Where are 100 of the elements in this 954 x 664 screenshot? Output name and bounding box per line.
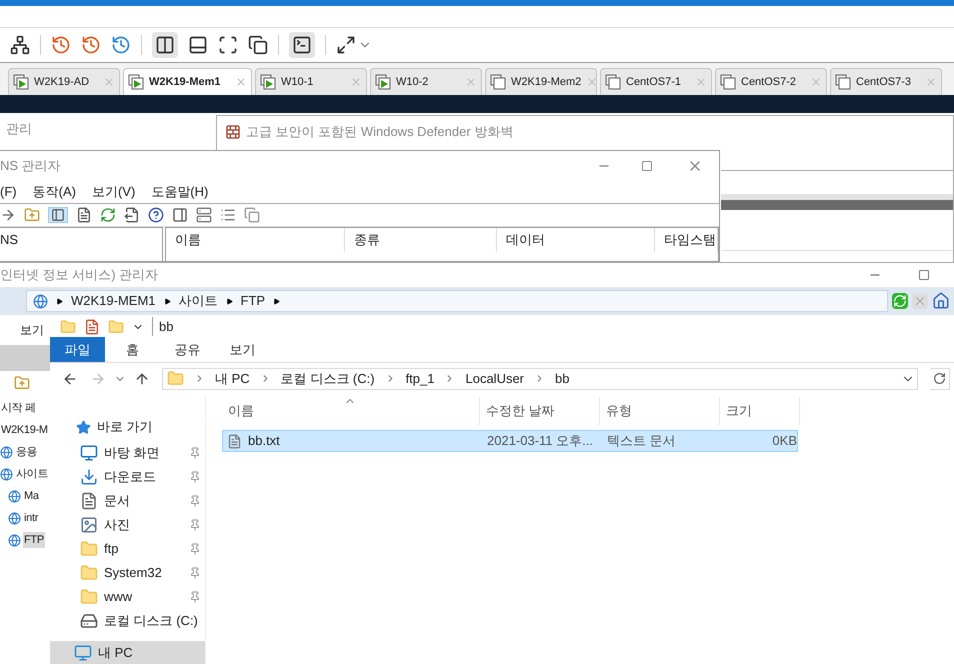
menu-item[interactable]: (F) <box>0 182 17 202</box>
address-segment[interactable]: FTP <box>240 291 266 311</box>
properties-icon <box>84 318 100 335</box>
close-icon <box>350 76 362 88</box>
column-header[interactable]: 데이터 <box>496 228 655 252</box>
globe-icon <box>0 468 13 480</box>
breadcrumb[interactable]: bb <box>555 369 570 389</box>
vm-icon <box>835 74 851 90</box>
new-folder-icon <box>108 318 124 335</box>
globe-icon <box>0 446 13 458</box>
nav-item[interactable]: 로컬 디스크 (C:) <box>50 609 205 634</box>
snapshot-icon <box>51 35 71 55</box>
vm-icon <box>605 74 621 90</box>
monitor-icon <box>80 444 98 462</box>
go-button[interactable] <box>892 293 908 309</box>
copy-icon <box>244 207 260 223</box>
nav-item[interactable]: 바로 가기 <box>50 415 205 440</box>
vm-tab[interactable]: W2K19-Mem2 <box>485 68 597 95</box>
forward-icon <box>90 370 106 387</box>
tree-toggle[interactable] <box>48 207 68 223</box>
nav-item[interactable]: www <box>50 585 205 610</box>
fullscreen-icon <box>218 35 238 55</box>
globe-icon <box>8 490 21 502</box>
tree-item[interactable]: NS <box>0 232 18 247</box>
drive-icon <box>80 612 98 630</box>
breadcrumb[interactable]: 내 PC <box>215 369 250 389</box>
pin-icon <box>189 471 201 484</box>
vm-tab[interactable]: W10-1 <box>255 68 367 95</box>
tree-item[interactable]: FTP <box>23 532 45 548</box>
tab-label: CentOS7-1 <box>626 74 682 90</box>
tree-item[interactable]: Ma <box>23 488 40 504</box>
window-title: NS 관리자 <box>0 157 62 176</box>
nav-item[interactable]: 사진 <box>50 513 205 538</box>
column-header[interactable]: 유형 <box>600 397 720 426</box>
close-icon <box>103 76 115 88</box>
file-row[interactable]: bb.txt 2021-03-11 오후... 텍스트 문서 0KB <box>222 430 798 452</box>
tree-item[interactable]: 사이트 <box>15 466 50 482</box>
download-icon <box>80 468 98 486</box>
tree-item[interactable]: W2K19-M <box>0 422 49 438</box>
folder-icon <box>60 318 76 335</box>
file-size: 0KB <box>771 432 797 450</box>
vm-tab[interactable]: W10-2 <box>370 68 482 95</box>
nav-item[interactable]: 바탕 화면 <box>50 441 205 466</box>
vm-tab[interactable]: W2K19-AD <box>8 68 120 95</box>
pin-icon <box>189 543 201 556</box>
column-header[interactable]: 타임스탬 <box>655 228 718 252</box>
vm-tab[interactable]: CentOS7-2 <box>715 68 827 95</box>
file-type: 텍스트 문서 <box>606 432 677 450</box>
forward-icon <box>0 207 16 223</box>
column-header[interactable]: 이름 <box>222 397 480 426</box>
breadcrumb[interactable]: ftp_1 <box>406 369 434 389</box>
menu-item[interactable]: 보기(V) <box>92 182 136 202</box>
column-header[interactable]: 수정한 날짜 <box>480 397 600 426</box>
sidebar-toggle[interactable] <box>152 32 178 58</box>
menu-item[interactable]: 도움말(H) <box>151 182 208 202</box>
stretch-icon <box>336 35 356 55</box>
close-icon <box>810 76 822 88</box>
firewall-icon <box>225 124 241 140</box>
close-icon <box>586 76 598 88</box>
tab-label: W2K19-Mem1 <box>149 74 222 90</box>
back-icon <box>62 370 78 387</box>
nav-item[interactable]: 내 PC <box>50 641 205 664</box>
ribbon-tab[interactable]: 홈 <box>105 337 160 362</box>
address-bar[interactable]: 내 PC 로컬 디스크 (C:) ftp_1 LocalUser bb <box>162 368 918 390</box>
ribbon-tab[interactable]: 보기 <box>215 337 270 362</box>
column-header[interactable]: 종류 <box>344 228 497 252</box>
globe-icon <box>8 534 21 546</box>
refresh-icon <box>100 207 116 223</box>
window-icon <box>248 35 268 55</box>
breadcrumb[interactable]: 로컬 디스크 (C:) <box>280 369 375 389</box>
ribbon-tab[interactable]: 파일 <box>50 337 105 362</box>
ribbon-tab[interactable]: 공유 <box>160 337 215 362</box>
nav-item[interactable]: ftp <box>50 537 205 562</box>
pin-icon <box>189 591 201 604</box>
column-header[interactable]: 크기 <box>720 397 800 426</box>
stop-icon <box>913 294 927 308</box>
nav-item[interactable]: System32 <box>50 561 205 586</box>
console-toggle[interactable] <box>289 32 315 58</box>
menu-item[interactable]: 보기 <box>20 321 44 339</box>
pin-icon <box>189 519 201 532</box>
breadcrumb[interactable]: LocalUser <box>465 369 524 389</box>
address-segment[interactable]: W2K19-MEM1 <box>71 291 156 311</box>
close-icon <box>235 76 247 88</box>
refresh-button[interactable] <box>930 368 950 390</box>
nav-item[interactable]: 다운로드 <box>50 465 205 490</box>
vm-tab[interactable]: CentOS7-1 <box>600 68 712 95</box>
chevron-icon <box>56 298 63 304</box>
vm-tab[interactable]: CentOS7-3 <box>830 68 942 95</box>
vm-tab[interactable]: W2K19-Mem1 <box>123 68 252 95</box>
tree-item[interactable]: 시작 페 <box>0 400 37 416</box>
tab-label: CentOS7-2 <box>741 74 798 90</box>
list-icon <box>220 207 236 223</box>
tree-item[interactable]: intr <box>23 510 40 526</box>
address-segment[interactable]: 사이트 <box>178 291 218 311</box>
computer-icon <box>74 644 92 662</box>
column-header[interactable]: 이름 <box>166 228 345 252</box>
nav-item[interactable]: 문서 <box>50 489 205 514</box>
menu-item[interactable]: 동작(A) <box>32 182 76 202</box>
tree-item[interactable]: 응용 <box>15 444 38 460</box>
address-bar[interactable]: W2K19-MEM1 사이트 FTP <box>26 290 888 312</box>
